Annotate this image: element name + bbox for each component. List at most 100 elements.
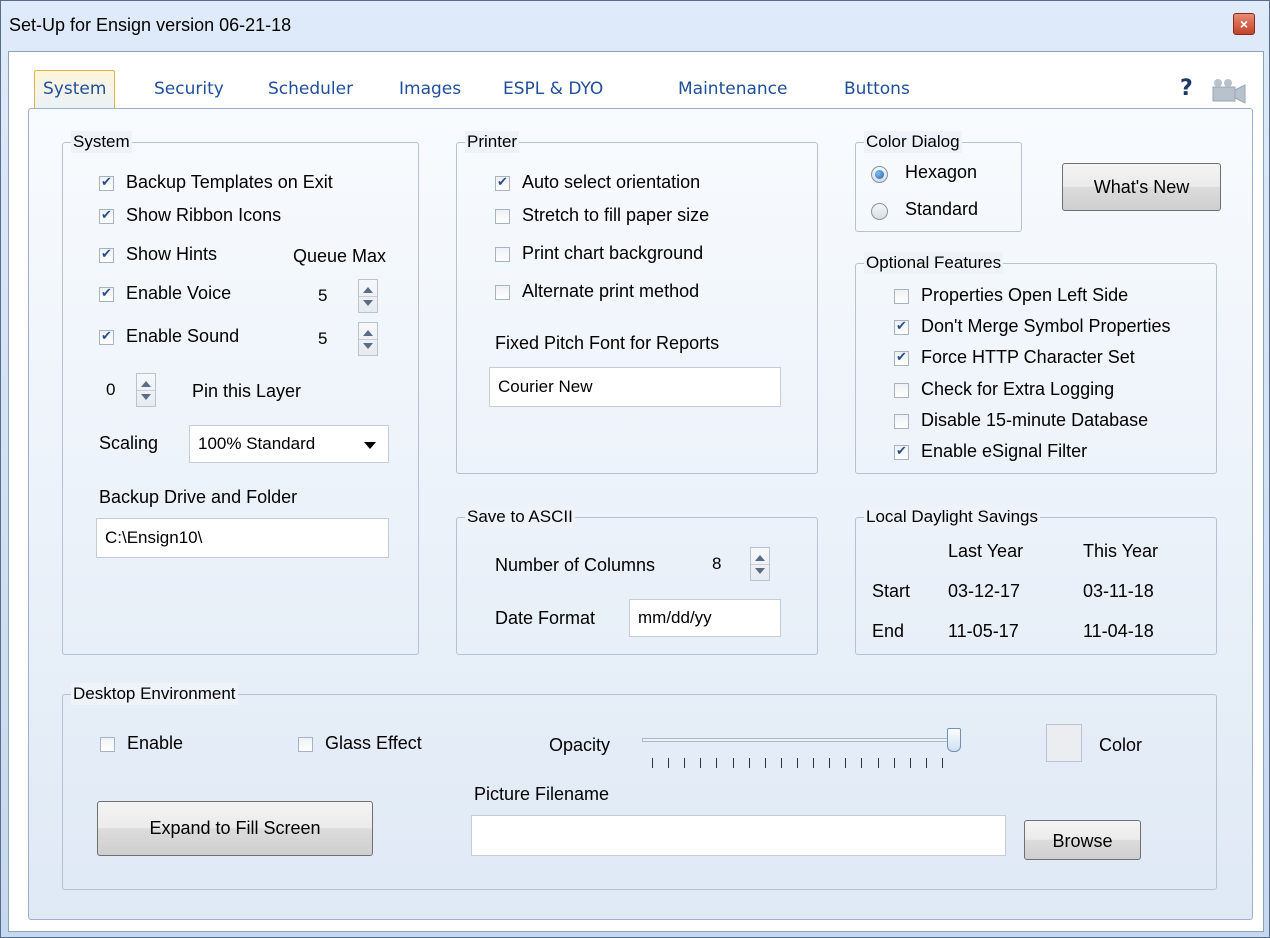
opacity-tick bbox=[732, 758, 734, 768]
opacity-tick bbox=[829, 758, 831, 768]
printer-group-title: Printer bbox=[465, 131, 520, 153]
optional-checkbox[interactable] bbox=[894, 443, 909, 460]
opacity-tick bbox=[716, 758, 718, 768]
daylight-savings-title: Local Daylight Savings bbox=[864, 506, 1040, 528]
opacity-tick bbox=[780, 758, 782, 768]
sound-queue-input[interactable]: 5 bbox=[310, 321, 358, 357]
chevron-down-icon bbox=[364, 442, 376, 449]
optional-checkbox[interactable] bbox=[894, 318, 909, 335]
pin-layer-label: Pin this Layer bbox=[192, 381, 302, 401]
tab-maintenance[interactable]: Maintenance bbox=[670, 74, 795, 110]
opacity-tick bbox=[684, 758, 686, 768]
opacity-tick bbox=[652, 758, 653, 768]
tab-system[interactable]: System bbox=[34, 70, 116, 110]
window-title: Set-Up for Ensign version 06-21-18 bbox=[9, 15, 292, 35]
backup-drive-input[interactable]: C:\Ensign10\ bbox=[96, 518, 389, 558]
tab-security[interactable]: Security bbox=[146, 74, 232, 110]
expand-fill-screen-button[interactable]: Expand to Fill Screen bbox=[97, 801, 373, 856]
end-last-year: 11-05-17 bbox=[948, 621, 1019, 641]
opacity-tick bbox=[845, 758, 847, 768]
report-font-input[interactable]: Courier New bbox=[489, 367, 781, 407]
stretch-label: Stretch to fill paper size bbox=[522, 205, 710, 225]
close-icon[interactable]: × bbox=[1233, 13, 1255, 35]
opacity-tick bbox=[797, 758, 798, 768]
show-hints-checkbox[interactable] bbox=[99, 246, 114, 263]
help-icon[interactable]: ? bbox=[1180, 76, 1193, 101]
opacity-tick bbox=[668, 758, 670, 768]
show-ribbon-checkbox[interactable] bbox=[99, 207, 114, 224]
desktop-color-swatch[interactable] bbox=[1046, 724, 1082, 762]
glass-effect-checkbox[interactable] bbox=[298, 737, 313, 752]
opacity-slider-thumb[interactable] bbox=[947, 728, 961, 752]
opacity-tick bbox=[925, 758, 927, 768]
optional-checkbox[interactable] bbox=[894, 289, 909, 304]
save-ascii-title: Save to ASCII bbox=[465, 506, 575, 528]
stretch-checkbox[interactable] bbox=[495, 209, 510, 224]
opacity-tick bbox=[942, 758, 943, 768]
optional-label: Enable eSignal Filter bbox=[921, 441, 1088, 461]
optional-checkbox[interactable] bbox=[894, 349, 909, 366]
pin-layer-spinner[interactable] bbox=[136, 373, 156, 407]
picture-filename-input[interactable] bbox=[471, 815, 1006, 856]
date-format-input[interactable]: mm/dd/yy bbox=[629, 599, 781, 637]
columns-spinner[interactable] bbox=[750, 547, 770, 581]
title-bar[interactable]: Set-Up for Ensign version 06-21-18 × bbox=[1, 1, 1269, 51]
print-bg-label: Print chart background bbox=[522, 243, 704, 263]
optional-label: Force HTTP Character Set bbox=[921, 347, 1135, 367]
desktop-enable-label: Enable bbox=[127, 733, 184, 753]
opacity-tick bbox=[748, 758, 750, 768]
optional-label: Properties Open Left Side bbox=[921, 285, 1129, 305]
hexagon-label: Hexagon bbox=[905, 162, 978, 182]
optional-checkbox[interactable] bbox=[894, 414, 909, 429]
report-font-label: Fixed Pitch Font for Reports bbox=[495, 333, 720, 353]
backup-drive-label: Backup Drive and Folder bbox=[99, 487, 298, 507]
enable-voice-label: Enable Voice bbox=[126, 283, 232, 303]
opacity-label: Opacity bbox=[549, 735, 611, 755]
voice-queue-input[interactable]: 5 bbox=[310, 278, 358, 314]
pin-layer-input[interactable]: 0 bbox=[98, 372, 138, 408]
hexagon-radio[interactable] bbox=[871, 166, 888, 183]
enable-voice-checkbox[interactable] bbox=[99, 285, 114, 302]
tab-images[interactable]: Images bbox=[391, 74, 469, 110]
optional-checkbox[interactable] bbox=[894, 383, 909, 398]
backup-templates-checkbox[interactable] bbox=[99, 174, 114, 191]
queue-max-label: Queue Max bbox=[293, 246, 387, 266]
date-format-label: Date Format bbox=[495, 608, 596, 628]
opacity-tick bbox=[813, 758, 815, 768]
optional-label: Disable 15-minute Database bbox=[921, 410, 1149, 430]
end-label: End bbox=[872, 621, 905, 641]
color-dialog-title: Color Dialog bbox=[864, 131, 962, 153]
opacity-slider-track[interactable] bbox=[642, 738, 952, 742]
auto-orient-checkbox[interactable] bbox=[495, 174, 510, 191]
columns-label: Number of Columns bbox=[495, 555, 656, 575]
print-bg-checkbox[interactable] bbox=[495, 247, 510, 262]
enable-sound-label: Enable Sound bbox=[126, 326, 240, 346]
desktop-environment-group: Desktop Environment bbox=[62, 683, 1217, 890]
scaling-value: 100% Standard bbox=[198, 434, 316, 453]
show-hints-label: Show Hints bbox=[126, 244, 218, 264]
opacity-tick bbox=[861, 758, 863, 768]
last-year-header: Last Year bbox=[948, 541, 1024, 561]
tab-scheduler[interactable]: Scheduler bbox=[260, 74, 361, 110]
optional-label: Check for Extra Logging bbox=[921, 379, 1115, 399]
scaling-label: Scaling bbox=[99, 433, 159, 453]
camera-icon[interactable] bbox=[1210, 76, 1248, 106]
browse-button[interactable]: Browse bbox=[1024, 820, 1141, 860]
standard-radio[interactable] bbox=[871, 203, 888, 220]
alt-print-checkbox[interactable] bbox=[495, 285, 510, 300]
tab-buttons[interactable]: Buttons bbox=[836, 74, 918, 110]
sound-queue-spinner[interactable] bbox=[358, 322, 378, 356]
voice-queue-spinner[interactable] bbox=[358, 279, 378, 313]
picture-filename-label: Picture Filename bbox=[474, 784, 610, 804]
this-year-header: This Year bbox=[1083, 541, 1159, 561]
columns-input[interactable]: 8 bbox=[704, 546, 750, 582]
tab-espl-dyo[interactable]: ESPL & DYO bbox=[495, 74, 611, 110]
whats-new-button[interactable]: What's New bbox=[1062, 163, 1221, 211]
start-this-year: 03-11-18 bbox=[1083, 581, 1154, 601]
opacity-tick bbox=[909, 758, 911, 768]
system-group-title: System bbox=[71, 131, 132, 153]
desktop-environment-title: Desktop Environment bbox=[71, 683, 238, 705]
enable-sound-checkbox[interactable] bbox=[99, 328, 114, 345]
desktop-enable-checkbox[interactable] bbox=[100, 737, 115, 752]
scaling-select[interactable]: 100% Standard bbox=[189, 425, 389, 463]
